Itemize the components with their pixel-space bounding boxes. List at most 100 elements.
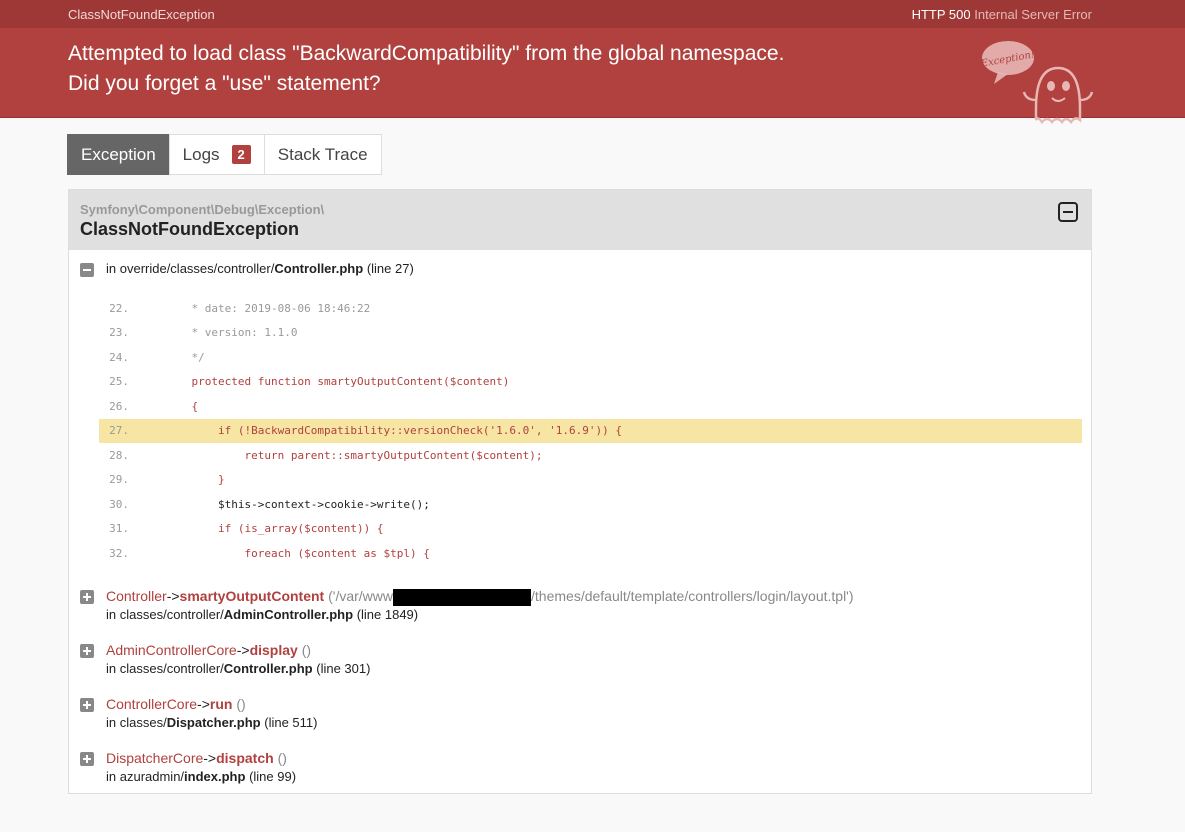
error-message-line1: Attempted to load class "BackwardCompati… xyxy=(68,42,785,65)
status-text: Internal Server Error xyxy=(974,6,1092,22)
tab-bar: Exception Logs 2 Stack Trace xyxy=(67,134,382,175)
status-code: HTTP 500 xyxy=(911,6,971,22)
line-text: * version: 1.1.0 xyxy=(165,326,298,340)
http-status: HTTP 500 Internal Server Error xyxy=(912,7,1092,22)
line-text: $this->context->cookie->write(); xyxy=(165,497,430,511)
line-text: return parent::smartyOutputContent($cont… xyxy=(165,448,543,462)
trace-arrow: -> xyxy=(236,642,250,658)
tab-stack-trace[interactable]: Stack Trace xyxy=(263,134,382,175)
code-line: 24. */ xyxy=(99,345,1082,370)
trace-class: AdminControllerCore xyxy=(106,642,237,658)
trace-line: (line 511) xyxy=(264,715,318,730)
code-line: 30. $this->context->cookie->write(); xyxy=(99,492,1082,517)
exception-class-label: ClassNotFoundException xyxy=(68,6,215,22)
expand-frame-icon[interactable] xyxy=(80,752,94,766)
trace-args: () xyxy=(236,696,246,712)
code-line-highlighted: 27. if (!BackwardCompatibility::versionC… xyxy=(99,418,1082,443)
source-collapse-icon[interactable] xyxy=(80,263,94,277)
error-header: Attempted to load class "BackwardCompati… xyxy=(0,28,1185,125)
trace-path: in classes/ xyxy=(106,715,167,730)
trace-file: index.php xyxy=(184,769,246,784)
trace-file: Dispatcher.php xyxy=(166,715,261,730)
expand-frame-icon[interactable] xyxy=(80,644,94,658)
line-text: foreach ($content as $tpl) { xyxy=(165,546,430,560)
source-line: (line 27) xyxy=(366,261,414,276)
line-number: 31. xyxy=(109,522,129,536)
trace-file: AdminController.php xyxy=(223,607,354,622)
trace-call: AdminControllerCore->display () xyxy=(106,642,311,658)
trace-method: display xyxy=(249,642,298,658)
line-text: if (!BackwardCompatibility::versionCheck… xyxy=(165,424,622,438)
trace-call: DispatcherCore->dispatch () xyxy=(106,750,287,766)
tab-exception-label: Exception xyxy=(81,144,156,164)
line-number: 24. xyxy=(109,350,129,364)
trace-class: DispatcherCore xyxy=(106,750,204,766)
line-text: } xyxy=(165,473,225,487)
code-line: 25. protected function smartyOutputConte… xyxy=(99,370,1082,395)
trace-arrow: -> xyxy=(197,696,210,712)
redacted-block xyxy=(393,588,532,606)
line-number: 25. xyxy=(109,375,129,389)
exception-namespace: Symfony\Component\Debug\Exception\ xyxy=(80,202,325,217)
tab-exception[interactable]: Exception xyxy=(67,134,170,175)
tab-stack-trace-label: Stack Trace xyxy=(277,144,368,164)
code-line: 28. return parent::smartyOutputContent($… xyxy=(99,443,1082,468)
exception-name: ClassNotFoundException xyxy=(80,219,300,239)
line-number: 26. xyxy=(109,399,129,413)
trace-class: Controller xyxy=(106,588,167,604)
trace-args: () xyxy=(277,750,287,766)
trace-line: (line 99) xyxy=(249,769,297,784)
trace-arrow: -> xyxy=(203,750,217,766)
code-line: 22. * date: 2019-08-06 18:46:22 xyxy=(99,296,1082,321)
trace-path: in classes/controller/ xyxy=(106,607,224,622)
line-text: protected function smartyOutputContent($… xyxy=(165,375,510,389)
trace-line: (line 1849) xyxy=(356,607,419,622)
trace-path: in classes/controller/ xyxy=(106,661,224,676)
top-bar: ClassNotFoundException HTTP 500 Internal… xyxy=(0,0,1185,28)
trace-line: (line 301) xyxy=(316,661,371,676)
tab-logs-label: Logs xyxy=(182,144,220,164)
trace-method: smartyOutputContent xyxy=(179,588,325,604)
expand-frame-icon[interactable] xyxy=(80,590,94,604)
code-line: 23. * version: 1.1.0 xyxy=(99,321,1082,346)
line-number: 22. xyxy=(109,301,129,315)
ghost-logo-icon: Exception! xyxy=(979,41,1094,125)
code-line: 29. } xyxy=(99,468,1082,493)
trace-path: in azuradmin/ xyxy=(106,769,185,784)
exception-panel: Symfony\Component\Debug\Exception\ Class… xyxy=(68,189,1092,794)
trace-location: in azuradmin/index.php (line 99) xyxy=(106,769,296,784)
trace-method: dispatch xyxy=(216,750,274,766)
trace-call: Controller->smartyOutputContent ('/var/w… xyxy=(106,588,854,606)
trace-location: in classes/controller/Controller.php (li… xyxy=(106,661,370,676)
trace-class: ControllerCore xyxy=(106,696,198,712)
trace-file: Controller.php xyxy=(223,661,313,676)
line-text: { xyxy=(165,399,199,413)
line-number: 32. xyxy=(109,546,129,560)
line-number: 30. xyxy=(109,497,129,511)
source-file: Controller.php xyxy=(274,261,364,276)
line-text: */ xyxy=(165,350,205,364)
error-message-line2: Did you forget a "use" statement? xyxy=(68,72,381,95)
trace-args-rest: /themes/default/template/controllers/log… xyxy=(531,588,854,604)
code-snippet: 22. * date: 2019-08-06 18:46:22 23. * ve… xyxy=(99,296,1082,566)
trace-arrow: -> xyxy=(166,588,180,604)
logs-count-badge: 2 xyxy=(231,145,251,164)
line-number: 23. xyxy=(109,326,129,340)
expand-frame-icon[interactable] xyxy=(80,698,94,712)
collapse-button[interactable] xyxy=(1058,202,1078,222)
code-line: 31. if (is_array($content)) { xyxy=(99,517,1082,542)
line-number: 27. xyxy=(109,424,129,438)
exception-header: Symfony\Component\Debug\Exception\ Class… xyxy=(69,190,1091,250)
trace-location: in classes/Dispatcher.php (line 511) xyxy=(106,715,317,730)
tab-logs[interactable]: Logs 2 xyxy=(168,134,265,175)
code-line: 32. foreach ($content as $tpl) { xyxy=(99,541,1082,566)
trace-call: ControllerCore->run () xyxy=(106,696,246,712)
line-text: if (is_array($content)) { xyxy=(165,522,384,536)
trace-location: in classes/controller/AdminController.ph… xyxy=(106,607,418,622)
line-text: * date: 2019-08-06 18:46:22 xyxy=(165,301,371,315)
source-location: in override/classes/controller/Controlle… xyxy=(106,261,414,276)
error-message: Attempted to load class "BackwardCompati… xyxy=(68,39,868,99)
trace-args: ('/var/www xyxy=(328,588,394,604)
code-line: 26. { xyxy=(99,394,1082,419)
line-number: 29. xyxy=(109,473,129,487)
